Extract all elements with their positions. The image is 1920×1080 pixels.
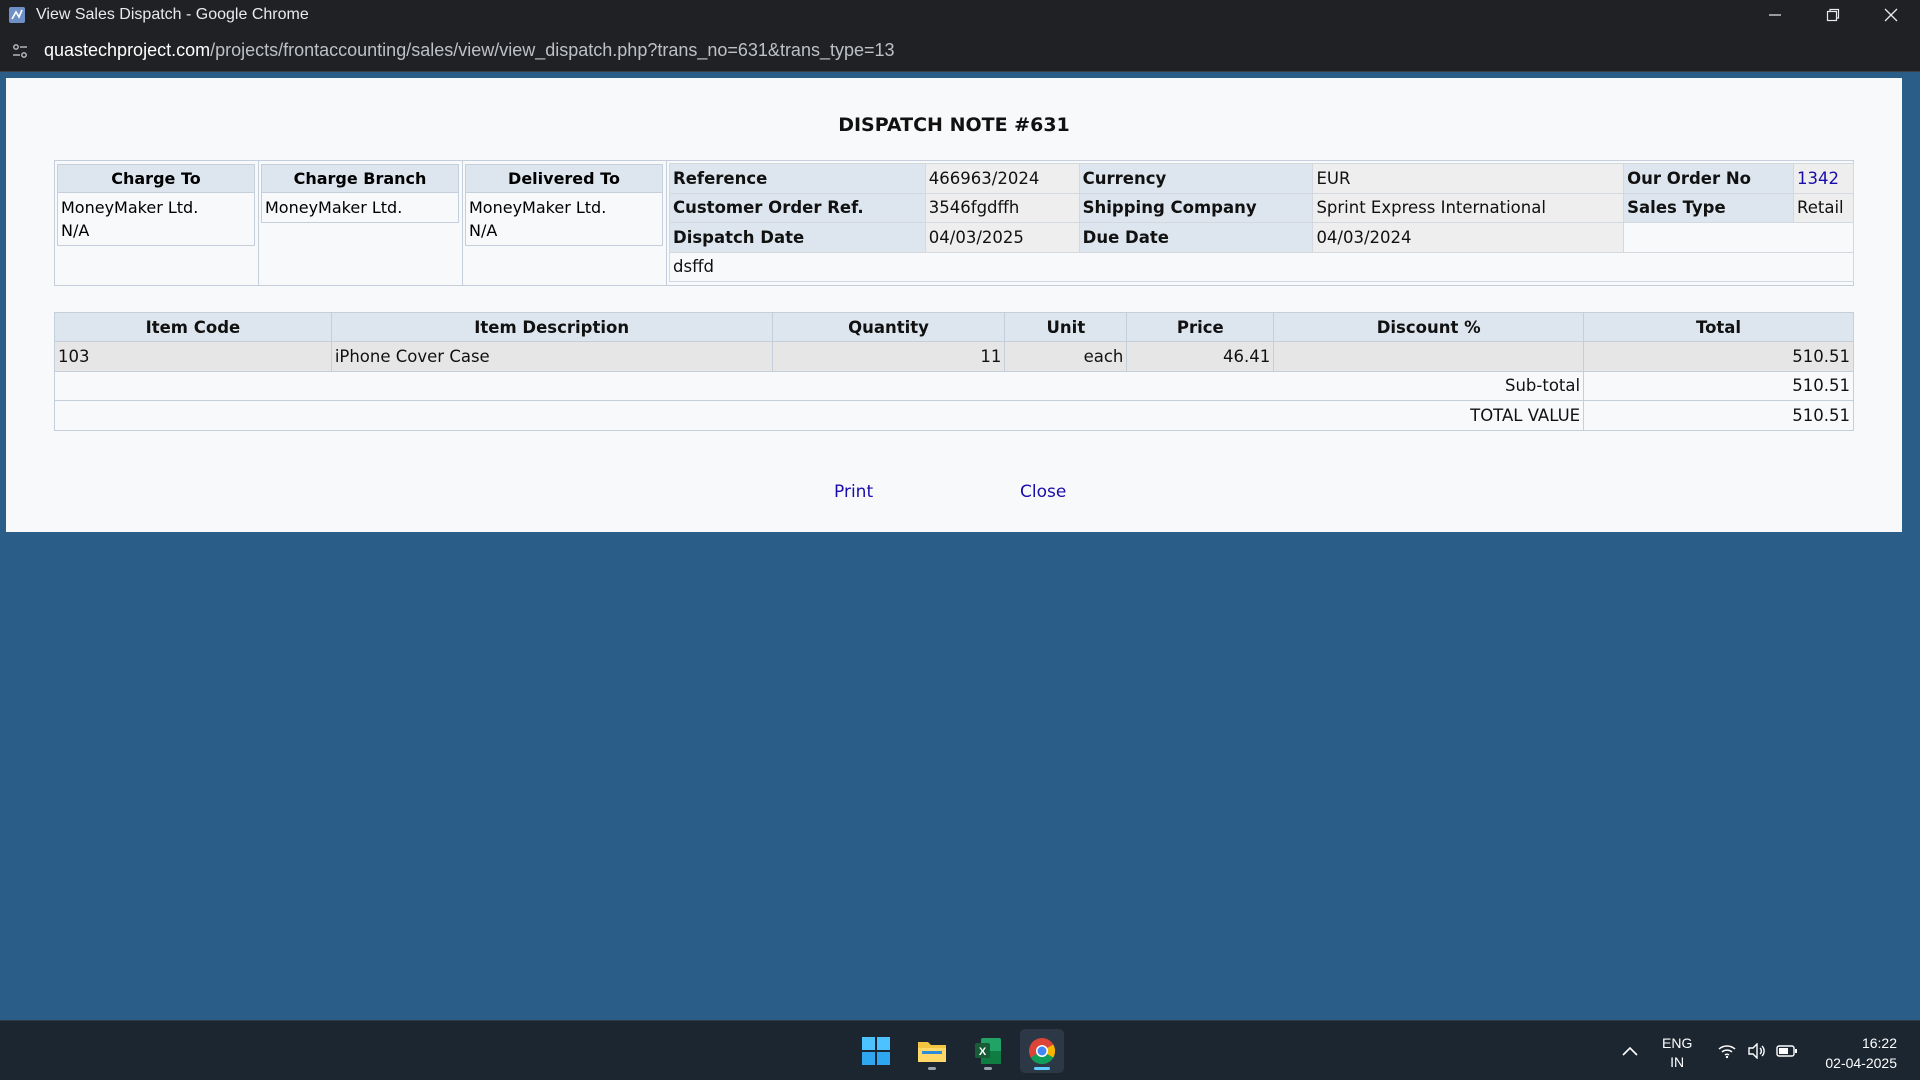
subtotal-row: Sub-total 510.51: [53, 370, 1854, 401]
col-total: Total: [1583, 312, 1854, 342]
minimize-icon[interactable]: [1746, 0, 1804, 30]
item-unit: each: [1004, 341, 1128, 372]
wifi-status[interactable]: [1712, 1029, 1742, 1073]
excel-icon: X: [975, 1038, 1001, 1064]
windows-start-icon: [862, 1037, 890, 1065]
volume-status[interactable]: [1742, 1029, 1772, 1073]
svg-text:X: X: [979, 1046, 987, 1058]
order-no-link[interactable]: 1342: [1793, 163, 1854, 194]
col-item-code: Item Code: [54, 312, 332, 342]
table-row: 103 iPhone Cover Case 11 each 46.41 510.…: [54, 341, 1854, 372]
col-price: Price: [1126, 312, 1275, 342]
item-price: 46.41: [1126, 341, 1275, 372]
charge-to-address: N/A: [61, 221, 90, 240]
col-discount: Discount %: [1273, 312, 1585, 342]
item-total: 510.51: [1583, 341, 1854, 372]
file-explorer-button[interactable]: [910, 1029, 954, 1073]
print-link[interactable]: Print: [834, 482, 873, 502]
battery-status[interactable]: [1772, 1029, 1802, 1073]
dispatch-date-value: 04/03/2025: [924, 222, 1080, 253]
chrome-icon: [1029, 1038, 1056, 1065]
system-clock[interactable]: 16:22 02-04-2025: [1825, 1033, 1897, 1073]
due-date-label: Due Date: [1078, 222, 1314, 253]
browser-title-bar: View Sales Dispatch - Google Chrome: [0, 0, 1920, 30]
item-discount: [1273, 341, 1585, 372]
empty-cell: [1623, 222, 1854, 253]
language-indicator[interactable]: ENG IN: [1662, 1034, 1692, 1072]
delivered-to-name: MoneyMaker Ltd.: [469, 198, 607, 217]
window-title: View Sales Dispatch - Google Chrome: [36, 6, 309, 23]
item-description: iPhone Cover Case: [330, 341, 773, 372]
folder-icon: [918, 1042, 946, 1062]
order-no-label: Our Order No: [1623, 163, 1794, 194]
reference-label: Reference: [669, 163, 926, 194]
customer-ref-value: 3546fgdffh: [924, 192, 1080, 223]
wifi-icon: [1718, 1045, 1736, 1059]
currency-label: Currency: [1078, 163, 1314, 194]
language-code: ENG: [1662, 1035, 1693, 1051]
clock-time: 16:22: [1861, 1035, 1897, 1051]
total-value: 510.51: [1583, 400, 1854, 431]
dispatch-date-label: Dispatch Date: [669, 222, 926, 253]
item-quantity: 11: [771, 341, 1006, 372]
site-settings-icon[interactable]: [9, 40, 31, 62]
sales-type-value: Retail: [1793, 192, 1854, 223]
chrome-button[interactable]: [1020, 1029, 1064, 1073]
url-path: /projects/frontaccounting/sales/view/vie…: [210, 40, 895, 60]
start-button[interactable]: [854, 1029, 898, 1073]
restore-icon[interactable]: [1804, 0, 1862, 30]
charge-to-box: Charge To MoneyMaker Ltd. N/A: [57, 164, 255, 246]
charge-branch-name: MoneyMaker Ltd.: [265, 198, 403, 217]
page-content: DISPATCH NOTE #631 Charge To MoneyMaker …: [6, 78, 1902, 532]
clock-date: 02-04-2025: [1825, 1055, 1897, 1071]
show-hidden-icons-button[interactable]: [1610, 1029, 1650, 1073]
delivered-to-address: N/A: [469, 221, 498, 240]
col-item-description: Item Description: [330, 312, 773, 342]
subtotal-label: Sub-total: [53, 370, 1585, 401]
charge-to-name: MoneyMaker Ltd.: [61, 198, 199, 217]
close-link[interactable]: Close: [1020, 482, 1066, 502]
shipping-label: Shipping Company: [1078, 192, 1314, 223]
delivered-to-box: Delivered To MoneyMaker Ltd. N/A: [465, 164, 663, 246]
item-code: 103: [54, 341, 332, 372]
dispatch-header: Charge To MoneyMaker Ltd. N/A Charge Bra…: [54, 160, 1854, 286]
currency-value: EUR: [1312, 163, 1625, 194]
battery-icon: [1776, 1045, 1797, 1057]
subtotal-value: 510.51: [1583, 370, 1854, 401]
region-code: IN: [1670, 1054, 1685, 1070]
url-host: quastechproject.com: [44, 40, 211, 60]
items-table: Item Code Item Description Quantity Unit…: [53, 312, 1854, 431]
address-bar[interactable]: quastechproject.com/projects/frontaccoun…: [0, 30, 1920, 72]
charge-to-header: Charge To: [58, 165, 254, 193]
charge-branch-box: Charge Branch MoneyMaker Ltd.: [261, 164, 459, 223]
page-favicon-icon: [6, 4, 28, 26]
page-title: DISPATCH NOTE #631: [838, 114, 1070, 136]
chevron-up-icon: [1622, 1046, 1638, 1056]
reference-value: 466963/2024: [924, 163, 1080, 194]
close-window-icon[interactable]: [1862, 0, 1920, 30]
excel-button[interactable]: X: [966, 1029, 1010, 1073]
charge-branch-header: Charge Branch: [262, 165, 458, 193]
url-text[interactable]: quastechproject.com/projects/frontaccoun…: [44, 40, 895, 61]
col-unit: Unit: [1004, 312, 1128, 342]
taskbar: X ENG IN 16:22 02-04-2025: [0, 1020, 1920, 1080]
shipping-value: Sprint Express International: [1312, 192, 1625, 223]
col-quantity: Quantity: [771, 312, 1006, 342]
sales-type-label: Sales Type: [1623, 192, 1794, 223]
customer-ref-label: Customer Order Ref.: [669, 192, 926, 223]
total-row: TOTAL VALUE 510.51: [53, 400, 1854, 431]
volume-icon: [1748, 1043, 1765, 1059]
delivered-to-header: Delivered To: [466, 165, 662, 193]
total-label: TOTAL VALUE: [53, 400, 1585, 431]
due-date-value: 04/03/2024: [1312, 222, 1625, 253]
memo-text: dsffd: [669, 251, 1854, 282]
dispatch-info-table: Reference 466963/2024 Currency EUR Our O…: [669, 163, 1854, 282]
